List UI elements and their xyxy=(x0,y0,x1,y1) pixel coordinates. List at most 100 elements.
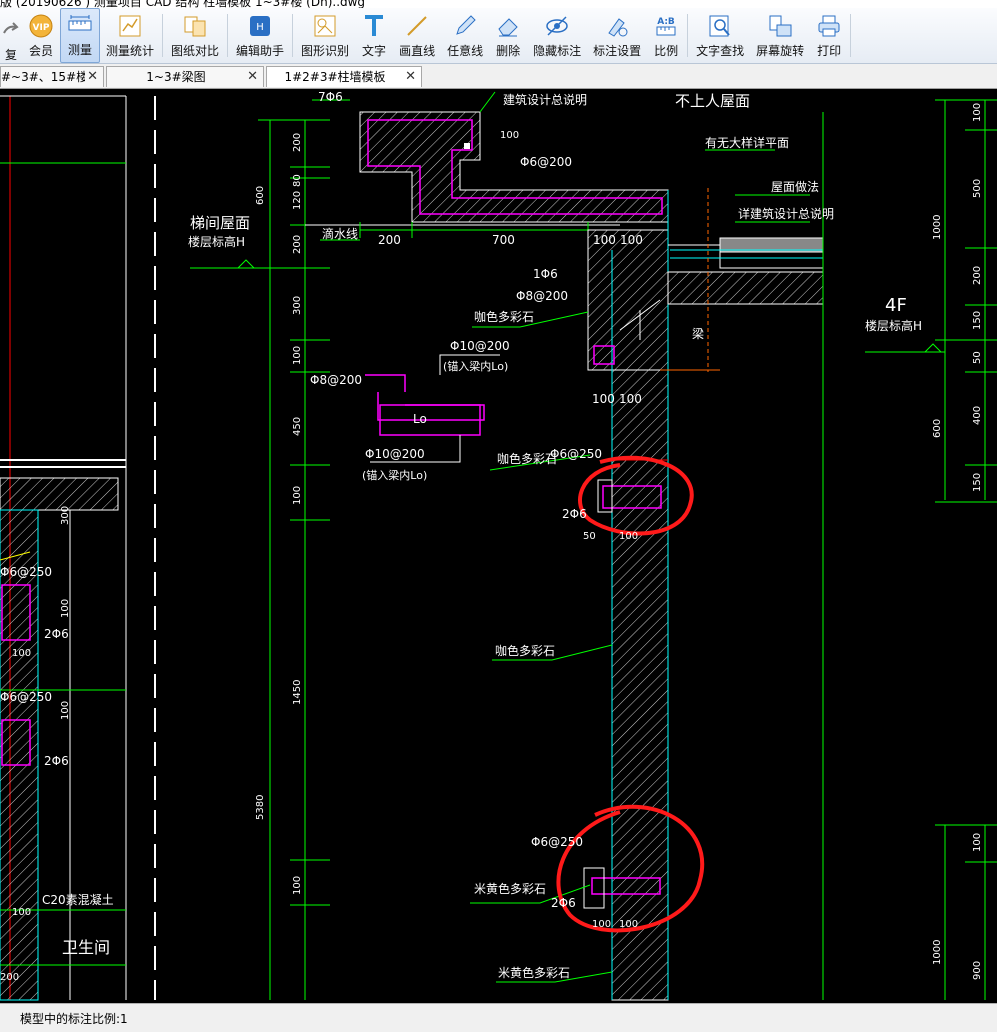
text-search-icon xyxy=(707,13,733,39)
toolbar-separator xyxy=(162,14,164,57)
dim-label: 600 xyxy=(932,419,943,438)
status-bar: 模型中的标注比例:1 xyxy=(0,1003,997,1032)
rotate-screen-icon xyxy=(767,13,793,39)
redo-arrow-icon xyxy=(0,17,24,43)
main-toolbar: 复 VIP 会员 测量 测量统计 图纸对比 H 编辑助手 图形识别 文字 画直线… xyxy=(0,8,997,64)
shape-recognize-button[interactable]: 图形识别 xyxy=(295,8,355,63)
roof-label: 不上人屋面 xyxy=(675,92,750,110)
stone-label: 咖色多彩石 xyxy=(497,451,557,466)
dim-label: 700 xyxy=(492,233,515,247)
edit-helper-button[interactable]: H 编辑助手 xyxy=(230,8,290,63)
note-label: 屋面做法 xyxy=(771,179,819,194)
rebar-label: Φ10@200 xyxy=(450,339,510,353)
dim-label: 1000 xyxy=(932,215,943,240)
dim-label: 200 xyxy=(292,235,303,254)
toolbar-separator xyxy=(292,14,294,57)
rebar-label: Φ6@250 xyxy=(0,690,52,704)
toolbar-separator xyxy=(687,14,689,57)
dim-label: 100 xyxy=(592,919,611,930)
edit-helper-label: 编辑助手 xyxy=(236,44,285,58)
dim-label: 100 xyxy=(972,833,983,852)
left-dimension-column xyxy=(190,119,330,1000)
dim-label: 100 xyxy=(619,919,638,930)
dim-label: 300 xyxy=(60,506,71,525)
tab-document-1[interactable]: #~3#、15#楼 ✕ xyxy=(0,66,104,87)
svg-text:A:B: A:B xyxy=(657,17,675,27)
scale-button[interactable]: A:B 比例 xyxy=(647,8,685,63)
dim-label: 600 xyxy=(255,186,266,205)
measure-button[interactable]: 测量 xyxy=(60,8,100,63)
svg-text:H: H xyxy=(256,22,264,33)
ruler-icon xyxy=(67,12,93,38)
stone-label: 咖色多彩石 xyxy=(495,643,555,658)
roof-slab xyxy=(660,112,824,1000)
document-tab-bar: #~3#、15#楼 ✕ 1~3#梁图 ✕ 1#2#3#柱墙模板 ✕ xyxy=(0,64,997,89)
text-button[interactable]: 文字 xyxy=(355,8,393,63)
text-search-button[interactable]: 文字查找 xyxy=(690,8,750,63)
hide-eye-icon xyxy=(544,13,570,39)
stats-chart-icon xyxy=(117,13,143,39)
rebar-label: Φ6@250 xyxy=(550,447,602,461)
dim-label: 200 xyxy=(972,266,983,285)
dim-label: 100 xyxy=(619,531,638,542)
shape-recognize-label: 图形识别 xyxy=(301,44,350,58)
rebar-label: 2Φ6 xyxy=(44,754,69,768)
line-tool-icon xyxy=(404,13,430,39)
edit-helper-icon: H xyxy=(247,13,273,39)
dim-label: 100 xyxy=(60,599,71,618)
tab-document-2[interactable]: 1~3#梁图 ✕ xyxy=(106,66,264,87)
draw-line-button[interactable]: 画直线 xyxy=(393,8,441,63)
close-icon[interactable]: ✕ xyxy=(87,67,98,87)
pencil-icon xyxy=(452,13,478,39)
dim-label: 100 xyxy=(500,130,519,141)
tab-label: 1~3#梁图 xyxy=(146,70,206,84)
compare-button[interactable]: 图纸对比 xyxy=(165,8,225,63)
rebar-label: 2Φ6 xyxy=(562,507,587,521)
rebar-label: 2Φ6 xyxy=(551,896,576,910)
freehand-line-button[interactable]: 任意线 xyxy=(441,8,489,63)
text-tool-icon xyxy=(361,13,387,39)
tab-document-3[interactable]: 1#2#3#柱墙模板 ✕ xyxy=(266,66,422,87)
window-title-bar: 版 (20190626 ) 测量项目 CAD 结构 柱墙模板 1~3#楼 (Dn… xyxy=(0,0,997,8)
dim-label: 400 xyxy=(972,406,983,425)
anchor-note: (锚入梁内Lo) xyxy=(362,468,427,482)
room-label: 卫生间 xyxy=(62,938,110,957)
annotation-settings-icon xyxy=(604,13,630,39)
dim-label: 150 xyxy=(972,473,983,492)
cad-drawing-canvas[interactable]: 7Φ6 建筑设计总说明 不上人屋面 有无大样详平面 屋面做法 详建筑设计总说明 … xyxy=(0,88,997,1002)
drip-label: 滴水线 xyxy=(322,226,358,241)
redo-button[interactable]: 复 xyxy=(0,8,22,63)
dim-label: 500 xyxy=(972,179,983,198)
hide-annotation-button[interactable]: 隐藏标注 xyxy=(527,8,587,63)
annotation-settings-button[interactable]: 标注设置 xyxy=(587,8,647,63)
hide-annotation-label: 隐藏标注 xyxy=(533,44,582,58)
close-icon[interactable]: ✕ xyxy=(405,67,416,87)
annotation-settings-label: 标注设置 xyxy=(593,44,642,58)
main-wall xyxy=(583,190,669,1001)
rotate-screen-button[interactable]: 屏幕旋转 xyxy=(750,8,810,63)
dim-label: 100 xyxy=(592,392,615,406)
shape-recognize-icon xyxy=(312,13,338,39)
dim-label: 120 xyxy=(292,191,303,210)
parapet-detail xyxy=(305,111,669,238)
delete-label: 删除 xyxy=(496,44,521,58)
left-detail-group xyxy=(0,95,127,1001)
print-label: 打印 xyxy=(817,44,842,58)
level-label: 楼层标高H xyxy=(865,318,922,333)
rebar-label: Φ8@200 xyxy=(516,289,568,303)
rebar-label: Φ6@250 xyxy=(0,565,52,579)
delete-button[interactable]: 删除 xyxy=(489,8,527,63)
rebar-label: Φ6@200 xyxy=(520,155,572,169)
note-label: 有无大样详平面 xyxy=(705,135,789,150)
toolbar-separator xyxy=(227,14,229,57)
tab-label: #~3#、15#楼 xyxy=(1,70,85,84)
measure-stats-button[interactable]: 测量统计 xyxy=(100,8,160,63)
print-button[interactable]: 打印 xyxy=(810,8,848,63)
text-label: 文字 xyxy=(362,44,387,58)
close-icon[interactable]: ✕ xyxy=(247,67,258,87)
level-label: 楼层标高H xyxy=(188,234,245,249)
dim-label: 100 xyxy=(972,103,983,122)
right-dimension-column xyxy=(865,99,997,1000)
member-button[interactable]: VIP 会员 xyxy=(22,8,60,63)
beam-label: 梁 xyxy=(692,326,704,341)
